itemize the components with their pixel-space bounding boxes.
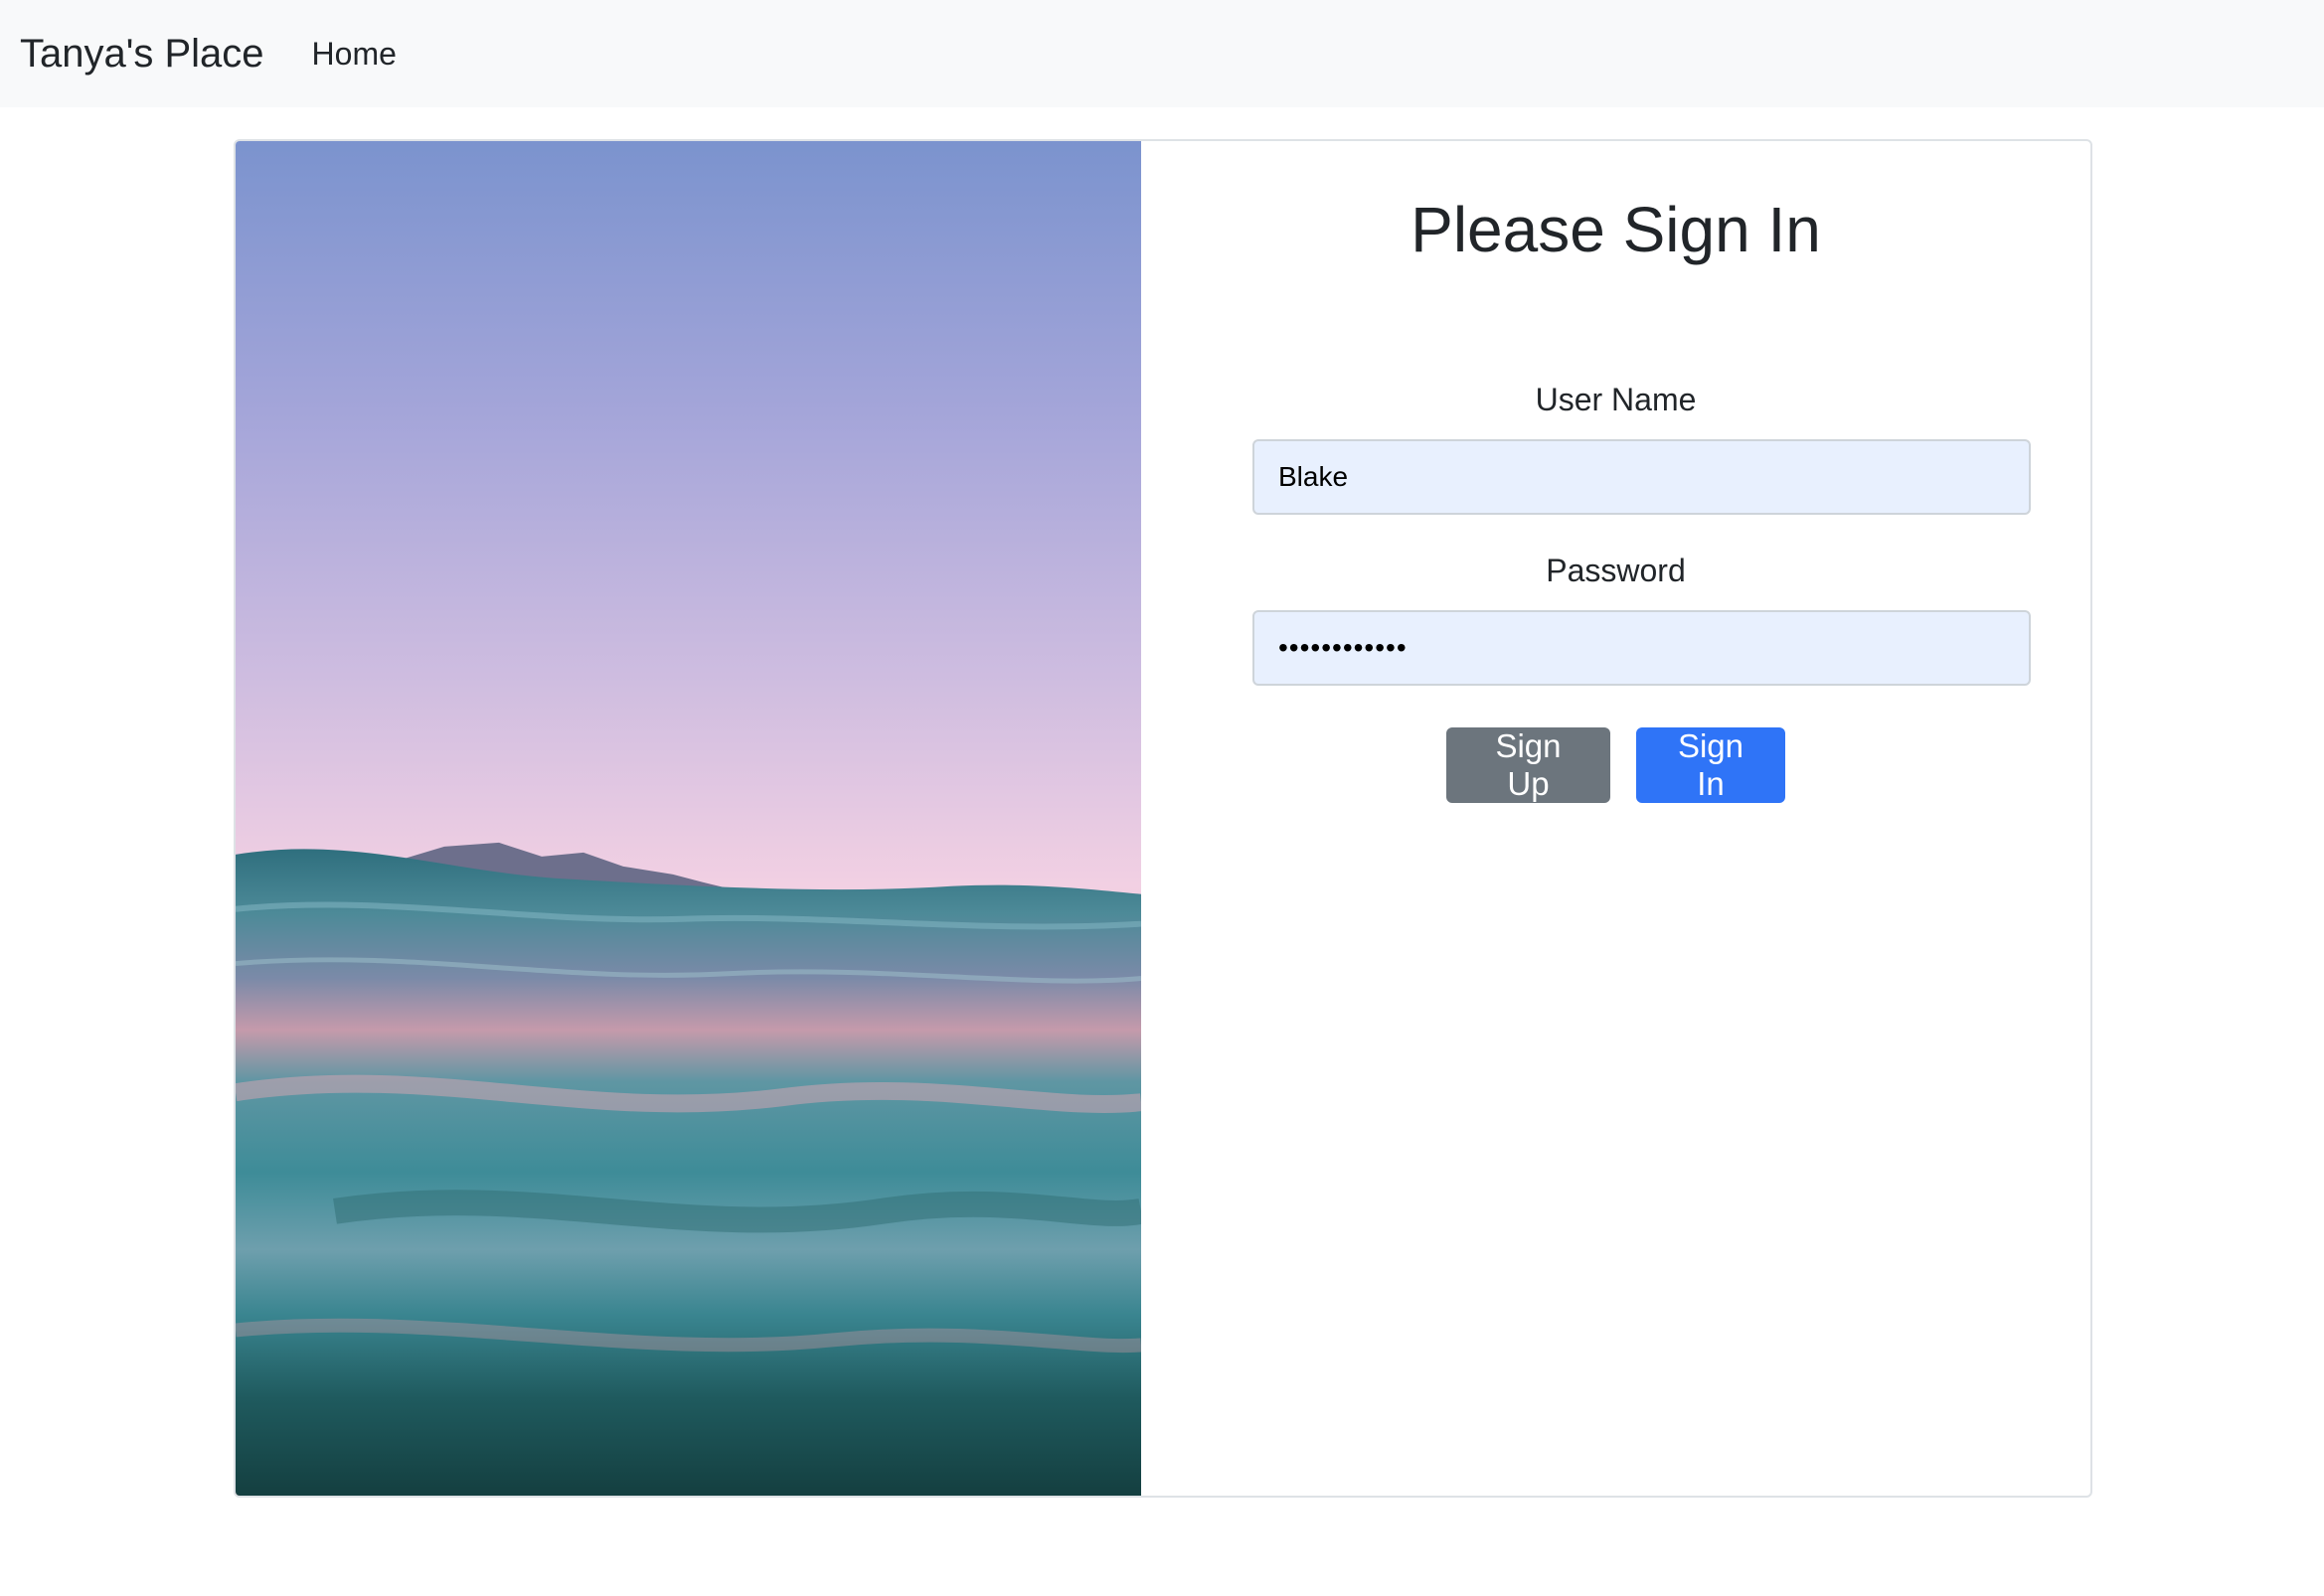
sign-in-button[interactable]: Sign In [1636,727,1785,803]
navbar: Tanya's Place Home [0,0,2324,107]
password-label: Password [1546,553,1686,588]
button-row: Sign Up Sign In [1141,727,2090,803]
nav-link-home[interactable]: Home [312,36,397,73]
page-title: Please Sign In [1411,194,1821,265]
password-input[interactable] [1252,610,2031,686]
sign-in-card: Please Sign In User Name Password Sign U… [234,139,2092,1498]
sign-up-button[interactable]: Sign Up [1446,727,1610,803]
sign-in-form: Please Sign In User Name Password Sign U… [1141,141,2090,1496]
brand-link[interactable]: Tanya's Place [20,32,264,77]
sunset-ocean-image [236,141,1141,1496]
username-label: User Name [1535,382,1697,417]
username-input[interactable] [1252,439,2031,515]
